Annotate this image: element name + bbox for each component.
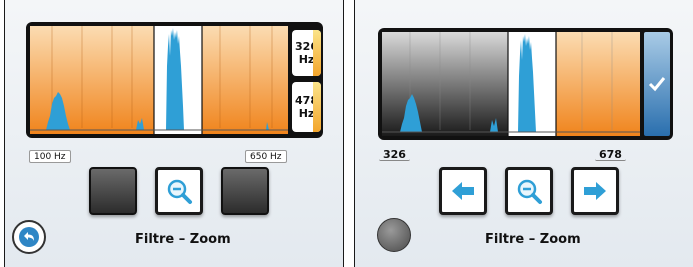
back-button[interactable] (12, 220, 46, 254)
zoom-out-icon (517, 179, 542, 204)
check-icon (648, 77, 666, 92)
low-cutoff-button[interactable]: 326 Hz (292, 30, 321, 76)
cutoff-indicator (313, 30, 321, 76)
left-arrow-icon (452, 182, 474, 200)
range-start-label: 326 (379, 148, 410, 161)
spectrum-graph (30, 26, 288, 134)
range-start-label: 100 Hz (29, 150, 71, 163)
out-band-right (202, 26, 288, 134)
panel-title: Filtre – Zoom (135, 232, 231, 247)
range-end-label: 650 Hz (245, 150, 287, 163)
right-arrow-icon (584, 182, 606, 200)
disabled-round-button[interactable] (377, 218, 411, 252)
spectrum-display[interactable] (378, 28, 673, 140)
shift-left-button[interactable] (439, 167, 487, 215)
high-cutoff-button[interactable]: 478 Hz (292, 82, 321, 132)
range-end-label: 678 (595, 148, 626, 161)
zoom-out-button[interactable] (505, 167, 553, 215)
blank-button-right[interactable] (221, 167, 269, 215)
cutoff-indicator (313, 82, 321, 132)
left-panel: 326 Hz 478 Hz 100 Hz 650 Hz Filtre – Zoo… (4, 0, 344, 267)
blank-button-left[interactable] (89, 167, 137, 215)
spectrum-graph (382, 32, 640, 136)
zoom-out-button[interactable] (155, 167, 203, 215)
shift-right-button[interactable] (571, 167, 619, 215)
panel-title: Filtre – Zoom (485, 232, 581, 247)
out-band-left (30, 26, 154, 134)
zoom-out-icon (167, 179, 192, 204)
right-panel: 326 678 Filtre – Zoom (354, 0, 693, 267)
spectrum-display[interactable]: 326 Hz 478 Hz (26, 22, 323, 138)
back-arrow-icon (19, 227, 39, 247)
confirm-button[interactable] (642, 30, 672, 138)
muted-band (382, 32, 508, 136)
out-band-right (556, 32, 640, 136)
